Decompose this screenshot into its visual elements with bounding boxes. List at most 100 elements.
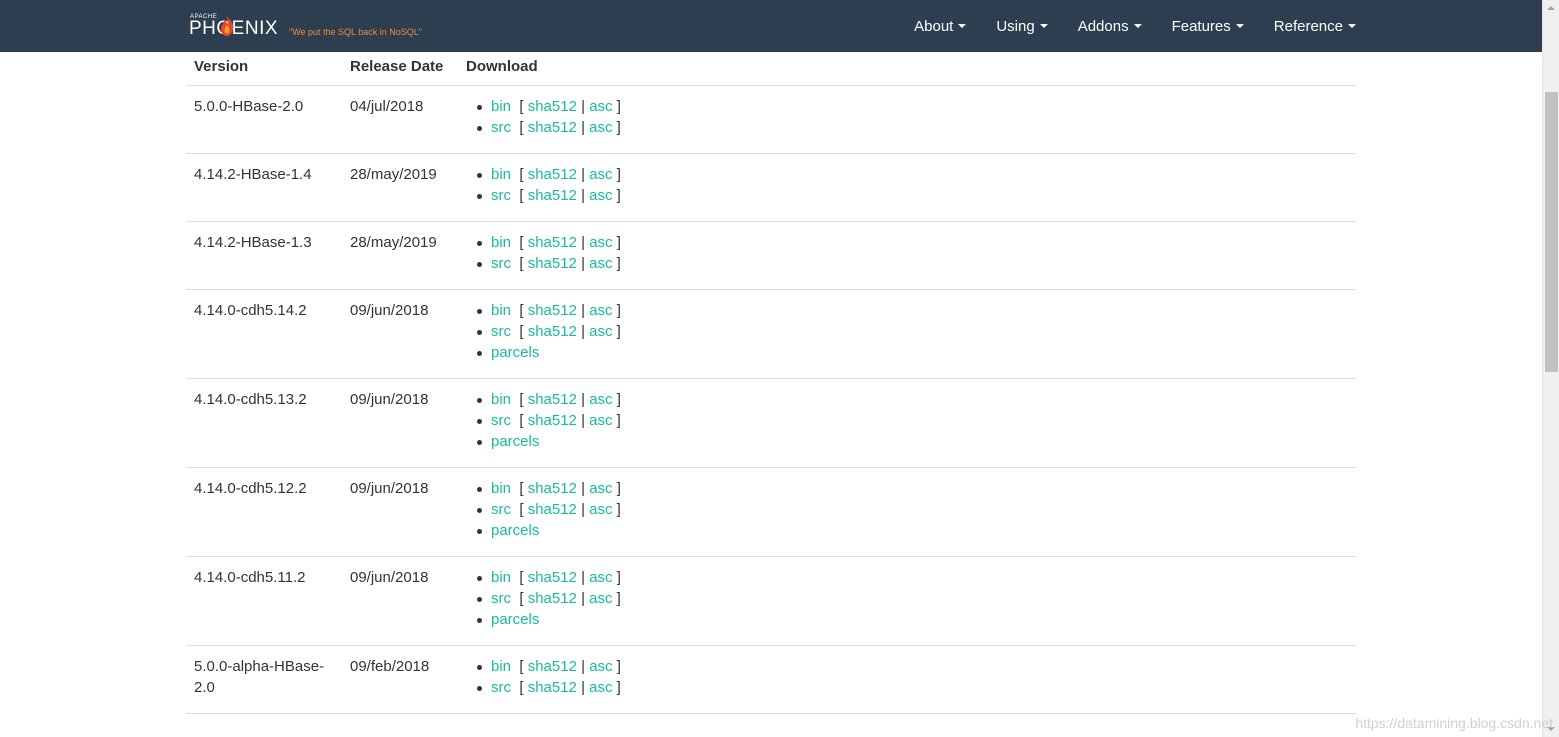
src-link[interactable]: src	[491, 590, 511, 607]
vertical-scrollbar[interactable]	[1542, 0, 1559, 737]
asc-link[interactable]: asc	[589, 166, 612, 183]
sha512-link[interactable]: sha512	[528, 119, 577, 136]
asc-link[interactable]: asc	[589, 255, 612, 272]
asc-link[interactable]: asc	[589, 302, 612, 319]
asc-link[interactable]: asc	[589, 98, 612, 115]
download-cell: bin [ sha512 | asc ] src [ sha512 | asc …	[458, 85, 1356, 154]
src-link[interactable]: src	[491, 323, 511, 340]
nav-item-features[interactable]: Features	[1172, 18, 1244, 35]
caret-down-icon	[1133, 24, 1142, 28]
phoenix-logo[interactable]: APACHE PHOENIX	[189, 14, 281, 40]
sha512-link[interactable]: sha512	[528, 590, 577, 607]
bracket-open: [	[519, 500, 524, 518]
separator: |	[581, 678, 585, 696]
version-cell: 5.0.0-alpha-HBase-2.0	[186, 645, 342, 714]
parcels-link[interactable]: parcels	[491, 433, 539, 450]
download-cell: bin [ sha512 | asc ] src [ sha512 | asc …	[458, 221, 1356, 290]
asc-link[interactable]: asc	[589, 590, 612, 607]
separator: |	[581, 186, 585, 204]
asc-link[interactable]: asc	[589, 658, 612, 675]
sha512-link[interactable]: sha512	[528, 323, 577, 340]
nav-item-addons[interactable]: Addons	[1078, 18, 1142, 35]
download-list: bin [ sha512 | asc ] src [ sha512 | asc …	[466, 478, 1348, 541]
bin-link[interactable]: bin	[491, 302, 511, 319]
bracket-open: [	[519, 301, 524, 319]
sha512-link[interactable]: sha512	[528, 569, 577, 586]
parcels-link[interactable]: parcels	[491, 344, 539, 361]
brand[interactable]: APACHE PHOENIX "We put the SQL back in N…	[189, 14, 422, 40]
asc-link[interactable]: asc	[589, 412, 612, 429]
parcels-link[interactable]: parcels	[491, 611, 539, 628]
bracket-open: [	[519, 479, 524, 497]
separator: |	[581, 568, 586, 586]
sha512-link[interactable]: sha512	[528, 255, 577, 272]
asc-link[interactable]: asc	[589, 480, 612, 497]
sha512-link[interactable]: sha512	[528, 501, 577, 518]
sha512-link[interactable]: sha512	[528, 187, 577, 204]
bracket-close: ]	[616, 589, 621, 607]
asc-link[interactable]: asc	[589, 187, 612, 204]
src-link[interactable]: src	[491, 255, 511, 272]
nav-item-about[interactable]: About	[914, 17, 967, 35]
scroll-thumb[interactable]	[1545, 92, 1558, 372]
release-date-cell: 04/jul/2018	[342, 85, 458, 154]
download-item-parcels: parcels	[477, 609, 1348, 630]
scroll-up-icon[interactable]	[1547, 6, 1555, 10]
bin-link[interactable]: bin	[491, 98, 511, 115]
bracket-close: ]	[616, 118, 621, 136]
asc-link[interactable]: asc	[589, 234, 612, 251]
download-item-src: src [ sha512 | asc ]	[477, 117, 1348, 138]
separator: |	[581, 254, 585, 272]
asc-link[interactable]: asc	[589, 501, 612, 518]
nav-item-using[interactable]: Using	[996, 18, 1048, 35]
sha512-link[interactable]: sha512	[528, 480, 577, 497]
download-item-src: src [ sha512 | asc ]	[477, 677, 1348, 698]
caret-down-icon	[1235, 24, 1244, 28]
bracket-open: [	[519, 589, 524, 607]
asc-link[interactable]: asc	[589, 323, 612, 340]
parcels-link[interactable]: parcels	[491, 522, 539, 539]
bracket-close: ]	[616, 186, 621, 204]
download-item-bin: bin [ sha512 | asc ]	[477, 232, 1348, 253]
bin-link[interactable]: bin	[491, 569, 511, 586]
src-link[interactable]: src	[491, 501, 511, 518]
sha512-link[interactable]: sha512	[528, 679, 577, 696]
sha512-link[interactable]: sha512	[528, 412, 577, 429]
asc-link[interactable]: asc	[589, 569, 612, 586]
bracket-open: [	[519, 657, 524, 675]
release-date-cell: 09/jun/2018	[342, 378, 458, 468]
bin-link[interactable]: bin	[491, 166, 511, 183]
downloads-table-container: Version Release Date Download 5.0.0-HBas…	[186, 52, 1356, 714]
download-item-bin: bin [ sha512 | asc ]	[477, 656, 1348, 677]
bin-link[interactable]: bin	[491, 658, 511, 675]
download-item-src: src [ sha512 | asc ]	[477, 321, 1348, 342]
src-link[interactable]: src	[491, 412, 511, 429]
download-list: bin [ sha512 | asc ] src [ sha512 | asc …	[466, 389, 1348, 452]
src-link[interactable]: src	[491, 187, 511, 204]
nav-label: About	[914, 17, 954, 35]
asc-link[interactable]: asc	[589, 391, 612, 408]
bin-link[interactable]: bin	[491, 480, 511, 497]
sha512-link[interactable]: sha512	[528, 658, 577, 675]
download-cell: bin [ sha512 | asc ] src [ sha512 | asc …	[458, 467, 1356, 557]
bracket-close: ]	[616, 97, 621, 115]
sha512-link[interactable]: sha512	[528, 234, 577, 251]
bracket-close: ]	[616, 165, 621, 183]
nav-item-reference[interactable]: Reference	[1274, 18, 1356, 35]
sha512-link[interactable]: sha512	[528, 391, 577, 408]
table-row: 4.14.0-cdh5.13.2 09/jun/2018 bin [ sha51…	[186, 378, 1356, 468]
bracket-close: ]	[616, 390, 621, 408]
asc-link[interactable]: asc	[589, 119, 612, 136]
header-download: Download	[458, 52, 1356, 86]
asc-link[interactable]: asc	[589, 679, 612, 696]
table-row: 4.14.0-cdh5.12.2 09/jun/2018 bin [ sha51…	[186, 467, 1356, 557]
bin-link[interactable]: bin	[491, 391, 511, 408]
sha512-link[interactable]: sha512	[528, 302, 577, 319]
src-link[interactable]: src	[491, 679, 511, 696]
src-link[interactable]: src	[491, 119, 511, 136]
bin-link[interactable]: bin	[491, 234, 511, 251]
sha512-link[interactable]: sha512	[528, 98, 577, 115]
download-list: bin [ sha512 | asc ] src [ sha512 | asc …	[466, 567, 1348, 630]
bracket-close: ]	[616, 254, 621, 272]
sha512-link[interactable]: sha512	[528, 166, 577, 183]
